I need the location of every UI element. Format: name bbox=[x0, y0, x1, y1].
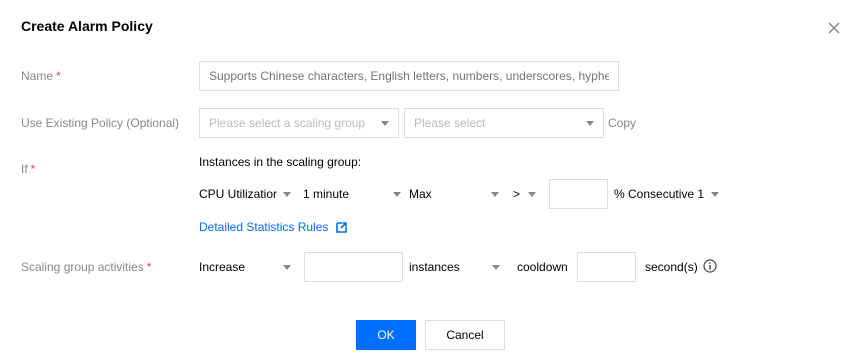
instance-count-input[interactable] bbox=[304, 252, 403, 282]
caret-down-icon bbox=[491, 192, 499, 197]
existing-policy-label: Use Existing Policy (Optional) bbox=[21, 116, 180, 130]
required-mark: * bbox=[30, 162, 36, 176]
period-select[interactable]: 1 minute bbox=[303, 179, 403, 209]
metric-select[interactable]: CPU Utilizatior bbox=[199, 179, 297, 209]
name-input[interactable] bbox=[199, 61, 619, 91]
name-label-text: Name bbox=[21, 69, 54, 83]
cooldown-label: cooldown bbox=[517, 260, 568, 274]
if-label-text: If bbox=[21, 162, 28, 176]
caret-down-icon bbox=[492, 265, 500, 270]
cooldown-unit: second(s) bbox=[645, 260, 698, 274]
action-select[interactable]: Increase bbox=[199, 252, 293, 282]
consecutive-select[interactable]: Consecutive 1 bbox=[628, 179, 720, 209]
caret-down-icon bbox=[283, 192, 291, 197]
external-link-icon bbox=[335, 222, 347, 233]
caret-down-icon bbox=[381, 121, 389, 126]
caret-down-icon bbox=[393, 192, 401, 197]
amount-unit-select-value: instances bbox=[409, 260, 460, 274]
period-select-value: 1 minute bbox=[303, 187, 350, 201]
statistic-select-value: Max bbox=[409, 187, 432, 201]
close-icon[interactable] bbox=[826, 20, 842, 36]
scaling-group-select-value: Please select a scaling group bbox=[209, 116, 366, 130]
caret-down-icon bbox=[586, 121, 594, 126]
required-mark: * bbox=[146, 260, 152, 274]
caret-down-icon bbox=[711, 192, 719, 197]
name-label: Name * bbox=[21, 69, 61, 83]
stats-rules-link[interactable]: Detailed Statistics Rules bbox=[199, 220, 347, 234]
copy-button[interactable]: Copy bbox=[608, 116, 636, 130]
required-mark: * bbox=[56, 69, 61, 83]
threshold-unit: % bbox=[614, 187, 625, 201]
policy-select-value: Please select bbox=[414, 116, 486, 130]
cooldown-input[interactable] bbox=[577, 252, 636, 282]
if-label: If * bbox=[21, 162, 35, 176]
scaling-group-select[interactable]: Please select a scaling group bbox=[199, 108, 399, 138]
cancel-button[interactable]: Cancel bbox=[425, 320, 505, 350]
activities-label: Scaling group activities * bbox=[21, 260, 151, 274]
caret-down-icon bbox=[528, 192, 536, 197]
operator-select[interactable]: > bbox=[513, 179, 538, 209]
dialog-title: Create Alarm Policy bbox=[21, 18, 153, 34]
statistic-select[interactable]: Max bbox=[409, 179, 501, 209]
operator-select-value: > bbox=[513, 187, 521, 201]
action-select-value: Increase bbox=[199, 260, 246, 274]
stats-rules-link-text: Detailed Statistics Rules bbox=[199, 220, 329, 234]
threshold-input[interactable] bbox=[549, 179, 608, 209]
activities-label-text: Scaling group activities bbox=[21, 260, 144, 274]
info-icon[interactable] bbox=[703, 259, 717, 273]
consecutive-select-value: Consecutive 1 bbox=[628, 187, 705, 201]
ok-button[interactable]: OK bbox=[356, 320, 416, 350]
caret-down-icon bbox=[283, 265, 291, 270]
policy-select[interactable]: Please select bbox=[404, 108, 604, 138]
amount-unit-select[interactable]: instances bbox=[409, 252, 502, 282]
condition-intro: Instances in the scaling group: bbox=[199, 155, 362, 169]
metric-select-value: CPU Utilizatior bbox=[199, 187, 278, 201]
